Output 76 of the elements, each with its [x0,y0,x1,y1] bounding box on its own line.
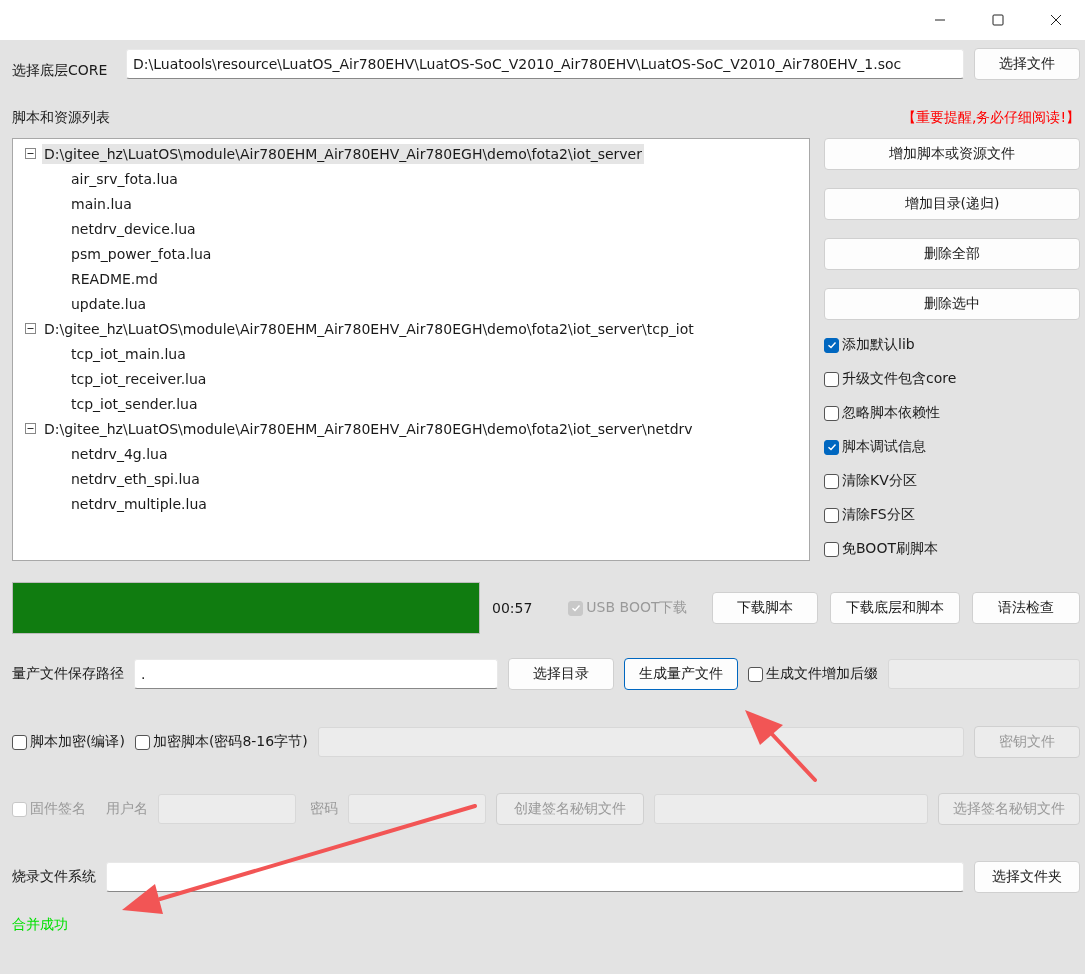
generate-button[interactable]: 生成量产文件 [624,658,738,690]
choose-directory-button[interactable]: 选择文件夹 [974,861,1080,893]
output-path-field[interactable]: . [134,659,498,689]
checkbox-box[interactable] [824,439,839,455]
list-title: 脚本和资源列表 [12,109,110,127]
file-item[interactable]: netdrv_device.lua [69,218,198,239]
close-icon [1050,14,1062,26]
checkbox-box[interactable] [824,337,839,353]
burn-fs-label: 烧录文件系统 [12,868,96,886]
download-core-script-button[interactable]: 下载底层和脚本 [830,592,960,624]
checkbox[interactable]: 脚本调试信息 [824,438,1080,456]
checkbox[interactable]: 添加默认lib [824,336,1080,354]
file-item[interactable]: air_srv_fota.lua [69,168,180,189]
checkbox-label: 清除KV分区 [842,472,917,490]
checkmark-icon [570,603,581,613]
core-label: 选择底层CORE [12,62,109,80]
checkmark-icon [826,442,837,452]
checkbox-box[interactable] [824,507,839,523]
checkbox-label: 清除FS分区 [842,506,915,524]
checkbox-box[interactable] [824,405,839,421]
checkbox-label: 忽略脚本依赖性 [842,404,940,422]
checkbox-box[interactable] [824,473,839,489]
checkbox[interactable]: 脚本加密(编译) [12,733,125,751]
download-script-button[interactable]: 下载脚本 [712,592,818,624]
side-button[interactable]: 删除选中 [824,288,1080,320]
choose-file-button[interactable]: 选择文件 [974,48,1080,80]
username-label: 用户名 [106,800,148,818]
collapse-icon[interactable] [25,423,36,434]
file-item[interactable]: netdrv_multiple.lua [69,493,209,514]
choose-folder-button[interactable]: 选择目录 [508,658,614,690]
file-tree[interactable] [12,138,810,561]
checkbox-label: 脚本加密(编译) [30,733,125,751]
checkbox[interactable]: 清除FS分区 [824,506,1080,524]
file-item[interactable]: tcp_iot_main.lua [69,343,188,364]
folder-item[interactable]: D:\gitee_hz\LuatOS\module\Air780EHM_Air780EHV_Air780EGH\demo\fota2\iot_server\netdrv [42,418,695,439]
file-item[interactable]: README.md [69,268,160,289]
checkbox-label: 升级文件包含core [842,370,957,388]
folder-item[interactable]: D:\gitee_hz\LuatOS\module\Air780EHM_Air780EHV_Air780EGH\demo\fota2\iot_server [42,143,644,164]
file-item[interactable]: main.lua [69,193,134,214]
file-item[interactable]: netdrv_4g.lua [69,443,170,464]
elapsed-time: 00:57 [492,600,533,616]
checkbox[interactable]: 升级文件包含core [824,370,1080,388]
checkbox-box[interactable] [748,666,763,682]
checkbox-box[interactable] [824,541,839,557]
side-button[interactable]: 增加脚本或资源文件 [824,138,1080,170]
file-item[interactable]: update.lua [69,293,149,314]
collapse-icon[interactable] [25,323,36,334]
burn-fs-field[interactable] [106,862,964,892]
password-field[interactable] [317,727,964,757]
checkbox-label: 免BOOT刷脚本 [842,540,938,558]
sign-password-field[interactable] [348,794,486,824]
folder-item[interactable]: D:\gitee_hz\LuatOS\module\Air780EHM_Air780EHV_Air780EGH\demo\fota2\iot_server\tcp_iot [42,318,696,339]
checkbox[interactable]: 忽略脚本依赖性 [824,404,1080,422]
checkbox[interactable]: 免BOOT刷脚本 [824,540,1080,558]
file-item[interactable]: psm_power_fota.lua [69,243,214,264]
output-path-label: 量产文件保存路径 [12,665,124,683]
annotation-arrow [745,710,817,782]
checkbox-box[interactable] [134,734,150,750]
side-button[interactable]: 删除全部 [824,238,1080,270]
side-button[interactable]: 增加目录(递归) [824,188,1080,220]
checkbox-box[interactable] [824,371,839,387]
core-path-field[interactable]: D:\Luatools\resource\LuatOS_Air780EHV\LuatOS-SoC_V2010_Air780EHV\LuatOS-SoC_V2010_Air780EHV_1.soc [126,49,964,79]
checkbox-label: 固件签名 [30,800,86,818]
checkbox-label: 添加默认lib [842,336,915,354]
status-message: 合并成功 [12,916,68,934]
file-item[interactable]: tcp_iot_sender.lua [69,393,200,414]
file-item[interactable]: tcp_iot_receiver.lua [69,368,209,389]
collapse-icon[interactable] [25,148,36,159]
checkbox[interactable]: 清除KV分区 [824,472,1080,490]
checkbox-box[interactable] [12,734,27,750]
checkbox-label: 脚本调试信息 [842,438,926,456]
maximize-icon [992,14,1004,26]
sign-password-label: 密码 [310,800,338,818]
checkmark-icon [826,340,837,350]
syntax-check-button[interactable]: 语法检查 [972,592,1080,624]
file-item[interactable]: netdrv_eth_spi.lua [69,468,202,489]
